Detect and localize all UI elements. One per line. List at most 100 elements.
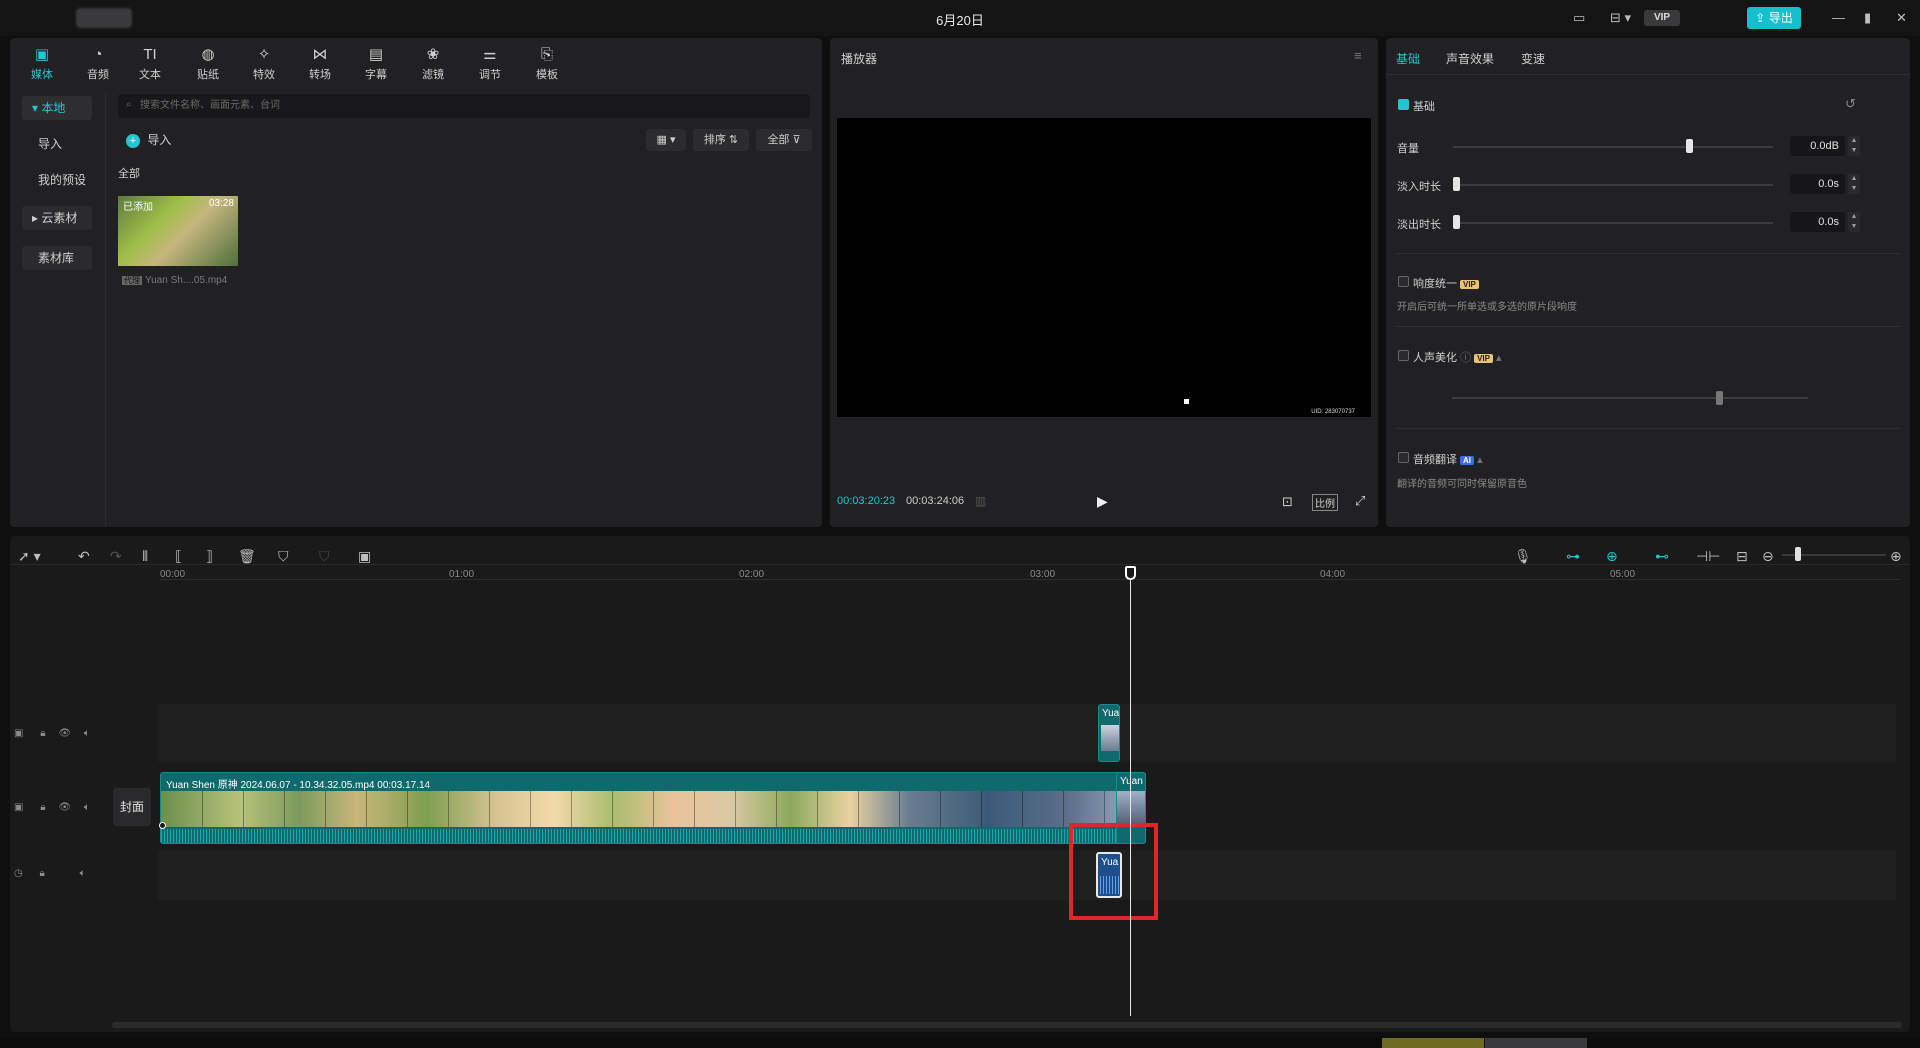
- select-tool-icon[interactable]: ➚ ▾: [18, 548, 41, 565]
- audio-track[interactable]: [158, 850, 1896, 900]
- speaker-icon[interactable]: 🔈︎: [80, 868, 86, 879]
- tool-caption[interactable]: ▤ 字幕: [350, 44, 402, 88]
- link-main-icon[interactable]: ⊶: [1566, 548, 1580, 565]
- split-left-icon[interactable]: ⟦: [175, 548, 182, 565]
- tab-basic[interactable]: 基础: [1396, 50, 1420, 67]
- video-preview[interactable]: UID: 283070737: [837, 118, 1371, 417]
- filmstrip-frame-divider: [489, 791, 490, 827]
- tool-media[interactable]: ▣ 媒体: [16, 44, 68, 88]
- overlay-track[interactable]: [158, 704, 1896, 762]
- zoom-in-icon[interactable]: ⊕: [1890, 548, 1902, 565]
- highlight-box: [1069, 823, 1158, 920]
- fade-out-slider-knob[interactable]: [1453, 215, 1460, 229]
- image-edit-icon[interactable]: ▣: [358, 548, 371, 565]
- lock-icon[interactable]: 🔒︎: [40, 868, 45, 879]
- delete-icon[interactable]: 🗑: [238, 548, 256, 565]
- export-button[interactable]: ⇪ 导出: [1747, 7, 1801, 29]
- minimize-icon[interactable]: —: [1832, 10, 1845, 25]
- layout-switch-icon[interactable]: ⊟ ▾: [1610, 10, 1631, 26]
- audio-translate-checkbox[interactable]: [1398, 452, 1409, 463]
- tool-audio[interactable]: ◔ 音频: [72, 44, 124, 88]
- filter-button[interactable]: 全部 ⊽: [756, 129, 812, 151]
- sidebar-item-import[interactable]: 导入: [22, 132, 92, 156]
- fade-in-slider[interactable]: [1453, 184, 1773, 186]
- basic-checkbox[interactable]: [1398, 99, 1409, 110]
- status-strip-accent: [1382, 1038, 1484, 1048]
- basic-section-title: 基础: [1413, 101, 1435, 113]
- fade-out-stepper[interactable]: ▲ ▼: [1848, 212, 1860, 232]
- microphone-icon[interactable]: 🎙: [1514, 548, 1532, 565]
- preview-axis-icon[interactable]: ⊟: [1736, 548, 1748, 565]
- split-right-icon[interactable]: ⟧: [206, 548, 213, 565]
- tab-speed[interactable]: 变速: [1521, 50, 1545, 67]
- volume-stepper[interactable]: ▲ ▼: [1848, 136, 1860, 156]
- export-icon: ⇪: [1755, 11, 1769, 25]
- loudness-checkbox[interactable]: [1398, 276, 1409, 287]
- fullscreen-icon[interactable]: ⤢: [1355, 493, 1365, 509]
- zoom-slider-knob[interactable]: [1795, 547, 1801, 561]
- track-type-icon: ▣: [14, 728, 24, 739]
- fade-in-slider-knob[interactable]: [1453, 177, 1460, 191]
- timeline-scrollbar[interactable]: [112, 1022, 1902, 1028]
- media-thumbnail[interactable]: 已添加 03:28: [118, 196, 238, 266]
- tool-sticker[interactable]: ◍ 贴纸: [182, 44, 234, 88]
- sidebar-item-presets[interactable]: 我的预设: [22, 168, 102, 192]
- project-title[interactable]: 6月20日: [880, 10, 1040, 29]
- layout-icon[interactable]: ▭: [1573, 10, 1585, 26]
- sidebar-item-library[interactable]: 素材库: [22, 246, 92, 270]
- split-screen-icon[interactable]: ⊣⊢: [1696, 548, 1720, 565]
- import-button[interactable]: + 导入: [126, 130, 171, 150]
- reset-icon[interactable]: ↺: [1845, 96, 1856, 112]
- voice-beauty-checkbox[interactable]: [1398, 350, 1409, 361]
- speaker-icon[interactable]: 🔈︎: [84, 802, 90, 813]
- link-icon[interactable]: ⊷: [1655, 548, 1669, 565]
- ratio-button[interactable]: 比例: [1312, 494, 1338, 511]
- fade-in-value[interactable]: 0.0s: [1790, 174, 1845, 194]
- tool-transition[interactable]: ⋈ 转场: [294, 44, 346, 88]
- close-icon[interactable]: ✕: [1896, 10, 1907, 26]
- end-clip-label: Yuan: [1120, 776, 1143, 787]
- sort-button[interactable]: 排序 ⇅: [693, 129, 749, 151]
- eye-icon[interactable]: 👁︎: [58, 728, 71, 739]
- player-menu-icon[interactable]: ≡: [1354, 48, 1362, 63]
- tool-text[interactable]: TI 文本: [124, 44, 176, 88]
- tool-filter[interactable]: ❀ 滤镜: [407, 44, 459, 88]
- maximize-icon[interactable]: ▮: [1864, 10, 1871, 26]
- eye-icon[interactable]: 👁︎: [58, 802, 71, 813]
- zoom-out-icon[interactable]: ⊖: [1762, 548, 1774, 565]
- split-icon[interactable]: ⦀: [142, 548, 148, 565]
- overlay-clip[interactable]: Yua: [1098, 704, 1120, 762]
- volume-value[interactable]: 0.0dB: [1790, 136, 1845, 156]
- uid-watermark: UID: 283070737: [1311, 409, 1355, 415]
- fade-out-value[interactable]: 0.0s: [1790, 212, 1845, 232]
- screenshot-icon[interactable]: ⊡: [1282, 494, 1293, 510]
- timeline-grid-icon[interactable]: ▥: [975, 494, 986, 508]
- lock-icon[interactable]: 🔒︎: [40, 802, 45, 813]
- undo-icon[interactable]: ↶: [78, 548, 90, 565]
- fade-out-slider[interactable]: [1453, 222, 1773, 224]
- fade-in-stepper[interactable]: ▲ ▼: [1848, 174, 1860, 194]
- playhead-handle[interactable]: [1125, 566, 1136, 580]
- voice-beauty-slider-knob[interactable]: [1716, 391, 1723, 405]
- lock-icon[interactable]: 🔒︎: [40, 728, 45, 739]
- redo-icon[interactable]: ↷: [110, 548, 122, 565]
- voice-beauty-slider[interactable]: [1452, 397, 1808, 399]
- tab-sound-effects[interactable]: 声音效果: [1446, 50, 1494, 67]
- tool-template[interactable]: ⎘ 模板: [521, 44, 573, 88]
- media-search-input[interactable]: 搜索文件名称、画面元素、台词: [118, 94, 810, 118]
- main-video-clip[interactable]: Yuan Shen 原神 2024.06.07 - 10.34.32.05.mp…: [160, 772, 1146, 844]
- shield-icon[interactable]: ⛉: [278, 548, 289, 565]
- speaker-icon[interactable]: 🔈︎: [84, 728, 90, 739]
- view-toggle-button[interactable]: ▦ ▾: [646, 129, 686, 151]
- volume-slider-knob[interactable]: [1686, 139, 1693, 153]
- sidebar-item-cloud[interactable]: ▸ 云素材: [22, 206, 92, 230]
- tool-adjust[interactable]: ⚌ 调节: [464, 44, 516, 88]
- magnet-icon[interactable]: ⊕: [1606, 548, 1618, 565]
- play-button[interactable]: ▶: [1097, 493, 1108, 510]
- cover-button[interactable]: 封面: [113, 788, 151, 826]
- volume-slider[interactable]: [1453, 146, 1773, 148]
- vip-badge[interactable]: VIP: [1644, 10, 1680, 26]
- sidebar-item-local[interactable]: ▾ 本地: [22, 96, 92, 120]
- tool-effects[interactable]: ✧ 特效: [238, 44, 290, 88]
- clip-start-handle[interactable]: [159, 822, 166, 829]
